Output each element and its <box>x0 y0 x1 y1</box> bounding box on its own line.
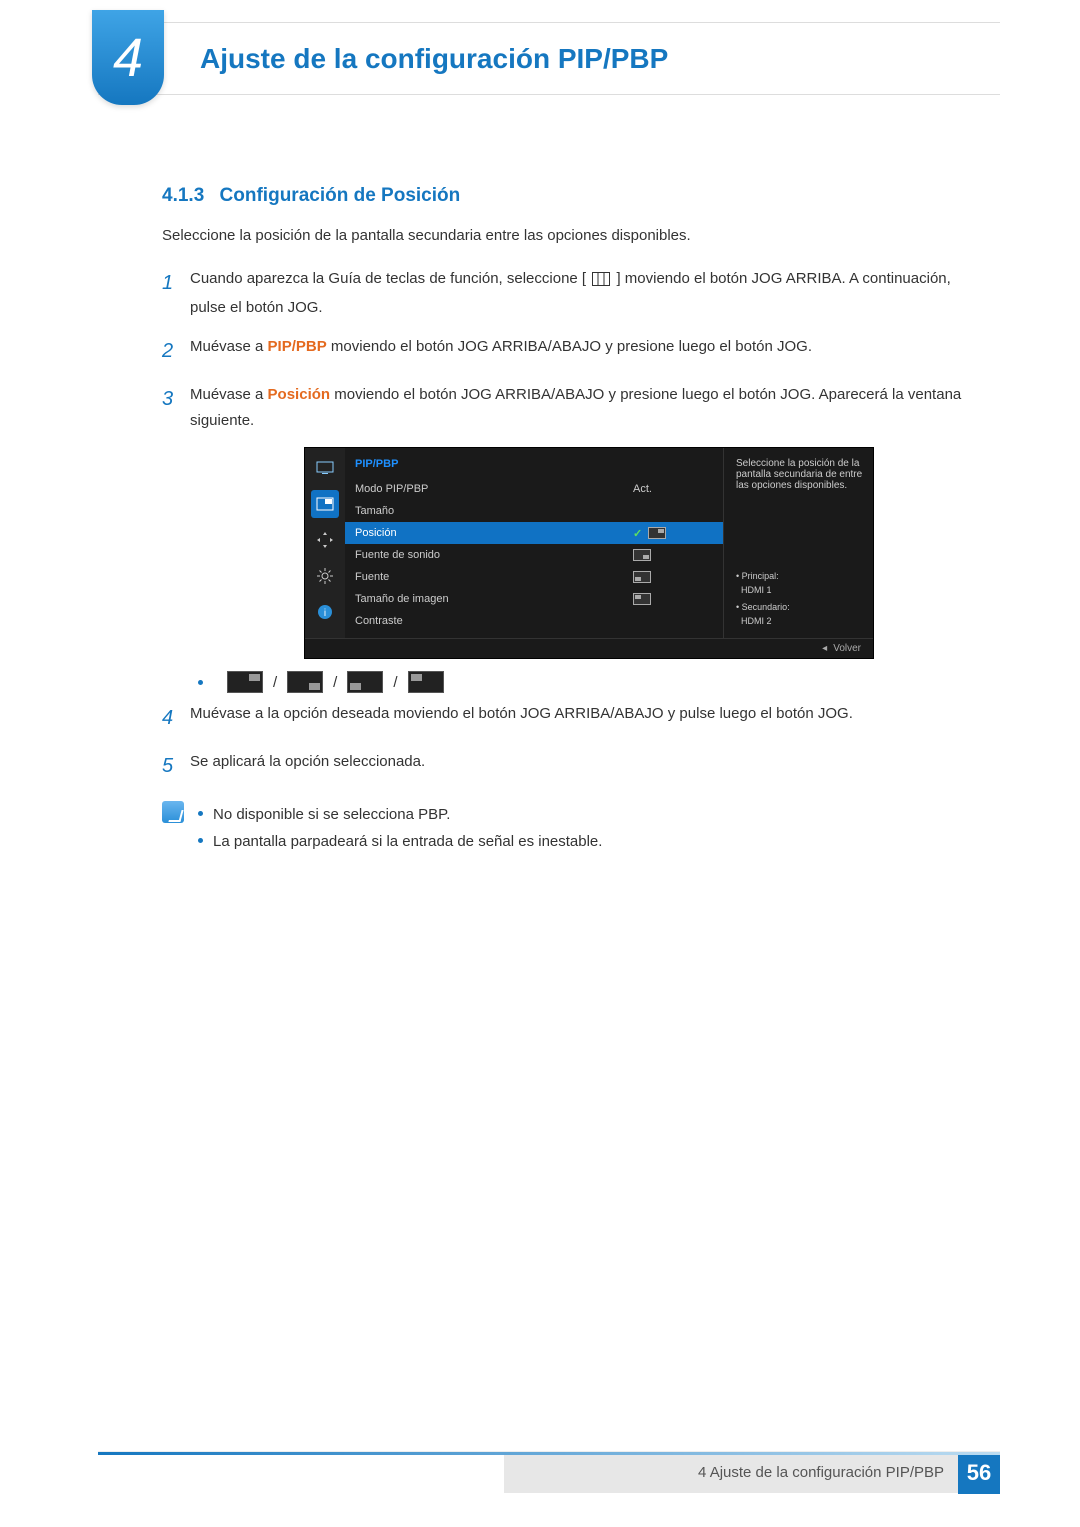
osd-footer: ◂Volver <box>305 638 873 658</box>
osd-row-position: Posición✓ <box>345 522 723 544</box>
step-3-emph: Posición <box>268 386 331 403</box>
steps-list: 1 Cuando aparezca la Guía de teclas de f… <box>162 266 980 433</box>
osd-figure: i PIP/PBP Modo PIP/PBPAct. Tamaño Posici… <box>198 447 980 659</box>
osd-help: Seleccione la posición de la pantalla se… <box>723 448 873 638</box>
step-5: Se aplicará la opción seleccionada. <box>190 749 980 783</box>
step-number: 4 <box>162 701 190 735</box>
section-heading: 4.1.3 Configuración de Posición <box>162 185 980 207</box>
step-1-text-a: Cuando aparezca la Guía de teclas de fun… <box>190 270 586 287</box>
step-2-emph: PIP/PBP <box>268 338 327 355</box>
step-2-text-a: Muévase a <box>190 338 268 355</box>
osd-menu: PIP/PBP Modo PIP/PBPAct. Tamaño Posición… <box>345 448 723 638</box>
step-4: Muévase a la opción deseada moviendo el … <box>190 701 980 735</box>
step-number: 5 <box>162 749 190 783</box>
osd-row-mode: Modo PIP/PBPAct. <box>345 478 723 500</box>
pip-bottom-left-icon <box>347 671 383 693</box>
step-3-text-a: Muévase a <box>190 386 268 403</box>
chapter-tab: 4 <box>92 10 164 105</box>
section-title: Configuración de Posición <box>220 185 461 206</box>
chapter-number: 4 <box>113 27 143 89</box>
menu-grid-icon <box>592 269 610 295</box>
osd-back-label: Volver <box>833 643 861 654</box>
chapter-header: Ajuste de la configuración PIP/PBP <box>98 22 1000 95</box>
step-2-text-b: moviendo el botón JOG ARRIBA/ABAJO y pre… <box>327 338 812 355</box>
osd-row-contrast: Contraste <box>345 610 723 632</box>
pip-top-right-icon <box>227 671 263 693</box>
osd-move-icon <box>311 526 339 554</box>
chapter-title: Ajuste de la configuración PIP/PBP <box>200 43 668 75</box>
steps-list-2: 4 Muévase a la opción deseada moviendo e… <box>162 701 980 783</box>
separator: / <box>273 674 277 691</box>
separator: / <box>393 674 397 691</box>
step-3: Muévase a Posición moviendo el botón JOG… <box>190 382 980 433</box>
pip-bottom-right-icon <box>287 671 323 693</box>
bullet-icon <box>198 680 203 685</box>
section-intro: Seleccione la posición de la pantalla se… <box>162 227 980 244</box>
step-number: 2 <box>162 334 190 368</box>
osd-pip-icon <box>311 490 339 518</box>
osd-info-icon: i <box>311 598 339 626</box>
note-2: La pantalla parpadeará si la entrada de … <box>213 828 602 855</box>
osd-row-imgsize: Tamaño de imagen <box>345 588 723 610</box>
step-number: 1 <box>162 266 190 320</box>
step-number: 3 <box>162 382 190 433</box>
osd-sidebar: i <box>305 448 345 638</box>
osd-secondary-value: HDMI 2 <box>741 616 772 626</box>
note-block: No disponible si se selecciona PBP. La p… <box>162 801 980 855</box>
position-options: / / / <box>198 671 980 693</box>
osd-main-value: HDMI 1 <box>741 585 772 595</box>
page-content: 4.1.3 Configuración de Posición Seleccio… <box>162 185 980 855</box>
osd-row-size: Tamaño <box>345 500 723 522</box>
osd-main-label: Principal: <box>742 571 779 581</box>
page-footer: 4 Ajuste de la configuración PIP/PBP 56 <box>98 1451 1000 1493</box>
pip-top-left-icon <box>408 671 444 693</box>
osd-row-sound: Fuente de sonido <box>345 544 723 566</box>
step-1: Cuando aparezca la Guía de teclas de fun… <box>190 266 980 320</box>
osd-title: PIP/PBP <box>345 454 723 478</box>
osd-panel: i PIP/PBP Modo PIP/PBPAct. Tamaño Posici… <box>304 447 874 659</box>
osd-picture-icon <box>311 454 339 482</box>
separator: / <box>333 674 337 691</box>
footer-text: 4 Ajuste de la configuración PIP/PBP <box>698 1464 944 1481</box>
note-1: No disponible si se selecciona PBP. <box>213 801 450 828</box>
osd-help-text: Seleccione la posición de la pantalla se… <box>736 458 863 491</box>
svg-text:i: i <box>324 608 326 619</box>
page-number: 56 <box>958 1452 1000 1494</box>
note-icon <box>162 801 184 823</box>
osd-row-source: Fuente <box>345 566 723 588</box>
osd-settings-icon <box>311 562 339 590</box>
osd-secondary-label: Secundario: <box>742 602 790 612</box>
step-2: Muévase a PIP/PBP moviendo el botón JOG … <box>190 334 980 368</box>
section-number: 4.1.3 <box>162 185 204 206</box>
